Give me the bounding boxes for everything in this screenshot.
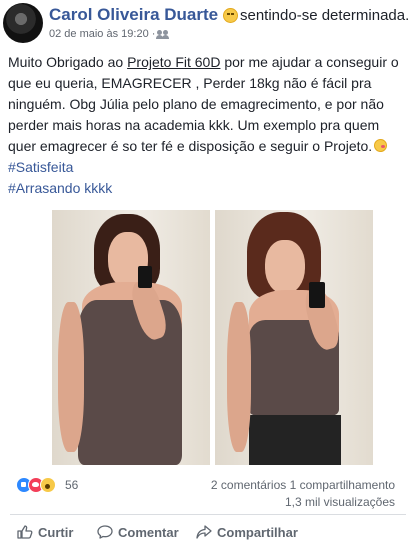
divider — [10, 514, 406, 515]
left-arm — [58, 302, 84, 452]
meta-separator: · — [151, 28, 156, 40]
hashtag-arrasando[interactable]: #Arrasando kkkk — [8, 178, 410, 199]
avatar[interactable] — [3, 3, 43, 43]
action-bar: Curtir Comentar Compartilhar — [0, 520, 416, 546]
post-header: Carol Oliveira Duarte sentindo-se determ… — [0, 0, 416, 50]
hashtag-satisfeita[interactable]: #Satisfeita — [8, 157, 410, 178]
like-button[interactable]: Curtir — [17, 524, 87, 542]
reactions-count[interactable]: 56 — [65, 478, 78, 492]
post-meta: 02 de maio às 19:20 · — [49, 28, 155, 40]
comments-count[interactable]: 2 comentários — [211, 478, 286, 492]
share-button[interactable]: Compartilhar — [196, 524, 306, 542]
share-icon — [196, 525, 212, 539]
thumbs-up-icon — [17, 525, 33, 539]
tank-top — [78, 300, 182, 465]
like-label: Curtir — [38, 525, 74, 540]
comment-button[interactable]: Comentar — [97, 524, 187, 542]
post-timestamp[interactable]: 02 de maio às 19:20 — [49, 28, 149, 40]
phone — [138, 266, 152, 288]
comment-icon — [97, 525, 113, 539]
views-count: 1,3 mil visualizações — [284, 495, 395, 509]
wow-icon — [40, 477, 56, 493]
left-arm — [227, 302, 251, 452]
phone — [309, 282, 325, 308]
before-photo[interactable] — [52, 210, 210, 465]
shares-count[interactable]: 1 compartilhamento — [290, 478, 395, 492]
project-link[interactable]: Projeto Fit 60D — [127, 54, 220, 70]
friends-icon[interactable] — [156, 30, 169, 39]
message-text-1: Muito Obrigado ao — [8, 54, 128, 70]
comments-shares-count: 2 comentários 1 compartilhamento — [211, 478, 395, 492]
shorts — [249, 415, 341, 465]
author-name[interactable]: Carol Oliveira Duarte — [49, 5, 218, 25]
winking-kiss-face-icon — [374, 139, 388, 152]
post-message: Muito Obrigado ao Projeto Fit 60D por me… — [8, 52, 410, 157]
comment-label: Comentar — [118, 525, 179, 540]
feeling-text: sentindo-se determinada. — [240, 7, 410, 24]
smiling-face-icon — [223, 8, 238, 23]
post-body: Muito Obrigado ao Projeto Fit 60D por me… — [8, 52, 410, 199]
after-photo[interactable] — [215, 210, 373, 465]
face — [265, 240, 305, 294]
share-label: Compartilhar — [217, 525, 298, 540]
